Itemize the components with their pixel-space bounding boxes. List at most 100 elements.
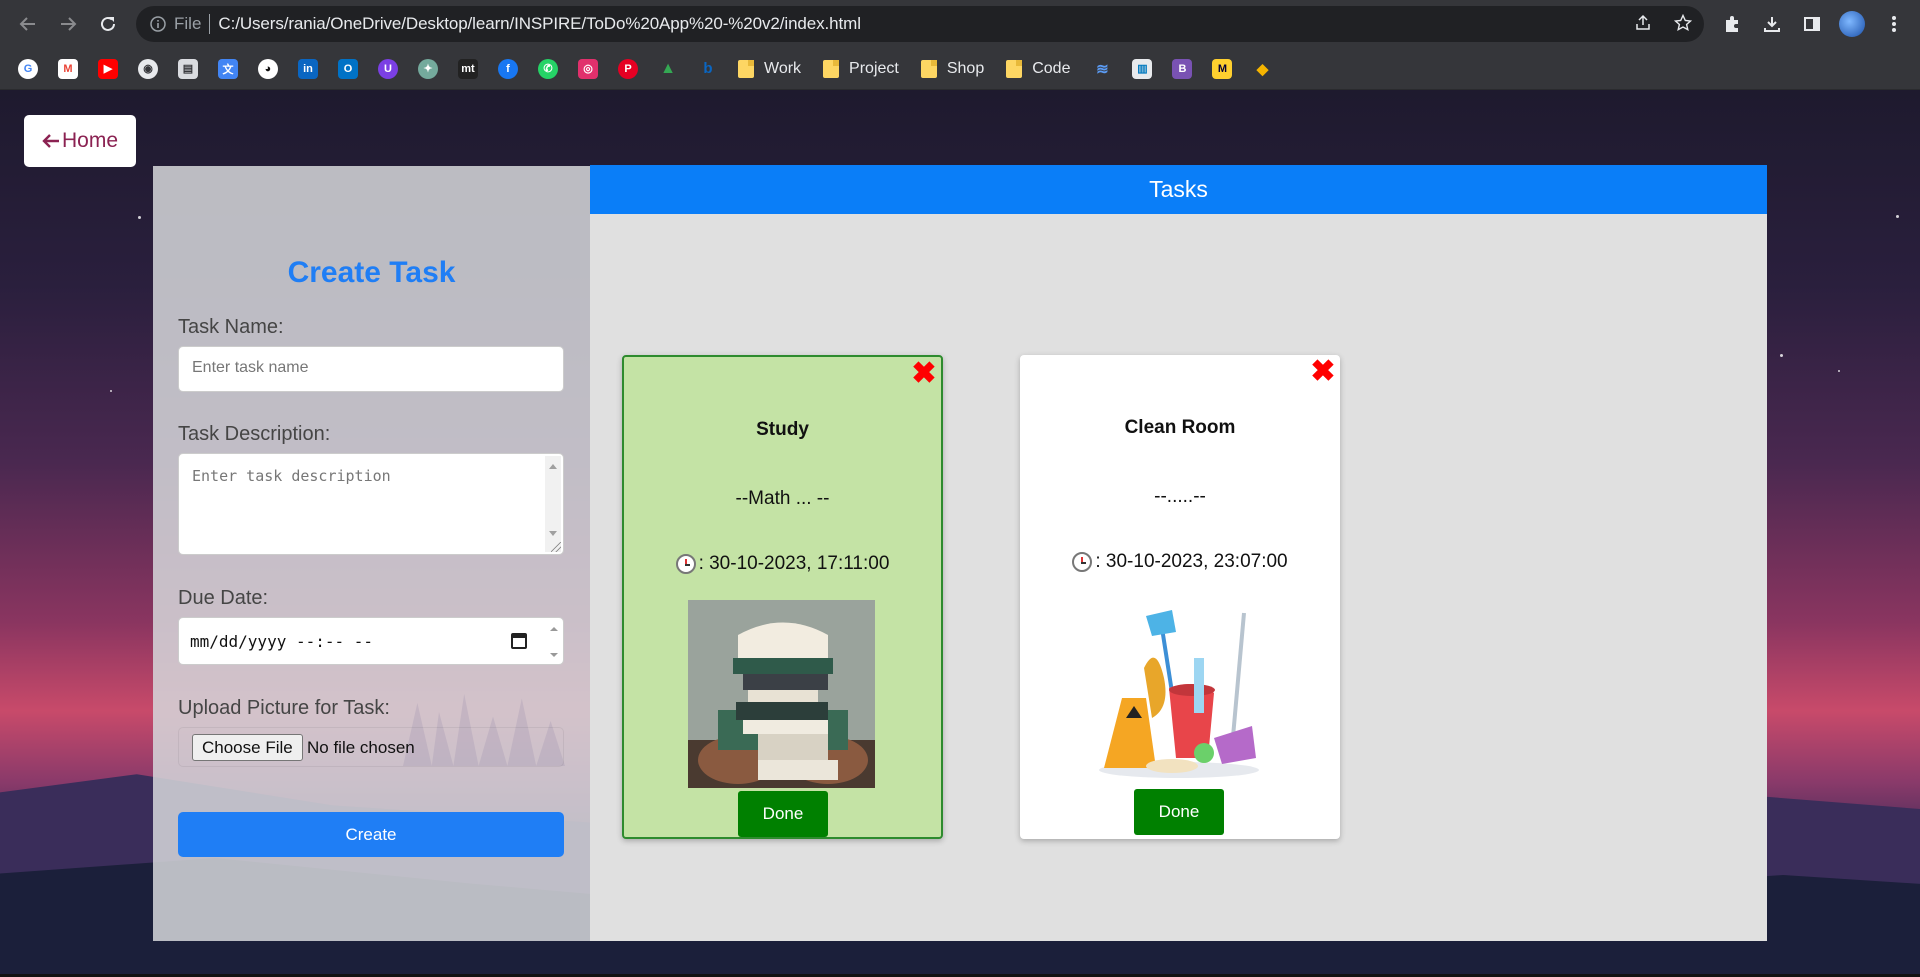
- address-bar[interactable]: File C:/Users/rania/OneDrive/Desktop/lea…: [136, 6, 1704, 42]
- u-bookmark-icon[interactable]: U: [378, 58, 398, 79]
- create-button[interactable]: Create: [178, 812, 564, 857]
- task-date-text: : 30-10-2023, 23:07:00: [1095, 551, 1288, 572]
- side-panel-button[interactable]: [1798, 10, 1826, 38]
- form-title: Create Task: [287, 256, 456, 289]
- home-label: Home: [61, 129, 119, 152]
- facebook-bookmark-icon[interactable]: f: [498, 58, 518, 79]
- google-bookmark-icon[interactable]: G: [18, 58, 38, 79]
- clock-icon: [1072, 552, 1093, 572]
- outlook-bookmark-icon[interactable]: O: [338, 58, 358, 79]
- github-bookmark-icon[interactable]: ◕: [258, 58, 278, 79]
- textarea-scrollbar[interactable]: [545, 456, 561, 552]
- folder-label: Work: [764, 59, 802, 77]
- puzzle-icon: [1726, 16, 1738, 32]
- create-task-panel: Create Task Task Name: Enter task name T…: [153, 166, 590, 941]
- delete-task-icon[interactable]: ✖: [911, 359, 937, 389]
- home-button[interactable]: Home: [24, 115, 136, 167]
- task-description: --.....--: [1154, 486, 1206, 507]
- reload-icon: [101, 16, 115, 31]
- bookmark-folder-work[interactable]: Work: [738, 59, 802, 78]
- due-date-label: Due Date:: [178, 587, 269, 609]
- downloads-button[interactable]: [1758, 10, 1786, 38]
- tasks-panel: Tasks ✖ Study --Math ... -- : 30-10-2023…: [590, 165, 1767, 941]
- arrow-left-icon: [42, 134, 59, 148]
- task-description-textarea[interactable]: Enter task description: [178, 453, 564, 555]
- url-text[interactable]: C:/Users/rania/OneDrive/Desktop/learn/IN…: [218, 14, 861, 34]
- reload-button[interactable]: [94, 10, 122, 38]
- task-description-placeholder: Enter task description: [192, 467, 391, 485]
- folder-icon: [920, 59, 937, 78]
- task-due-date: : 30-10-2023, 23:07:00: [1020, 551, 1340, 573]
- profile-avatar[interactable]: [1838, 10, 1866, 38]
- folder-icon: [1006, 59, 1023, 78]
- page-bookmark-icon[interactable]: ▤: [178, 58, 198, 79]
- bookmark-folder-shop[interactable]: Shop: [920, 59, 985, 78]
- file-scheme-label: File: [174, 14, 202, 33]
- clock-icon: [675, 554, 696, 574]
- gmail-bookmark-icon[interactable]: M: [58, 58, 78, 79]
- pinterest-bookmark-icon[interactable]: P: [618, 58, 638, 79]
- browser-toolbar: File C:/Users/rania/OneDrive/Desktop/lea…: [0, 0, 1920, 48]
- miro-bookmark-icon[interactable]: M: [1212, 58, 1233, 79]
- more-vert-icon: [1892, 16, 1896, 32]
- folder-label: Project: [849, 59, 899, 77]
- done-button[interactable]: Done: [1134, 789, 1224, 835]
- chatgpt-bookmark-icon[interactable]: ✦: [418, 58, 438, 79]
- todo-app: Create Task Task Name: Enter task name T…: [153, 165, 1767, 941]
- choose-file-button[interactable]: Choose File: [192, 734, 303, 761]
- bookmark-folder-project[interactable]: Project: [823, 59, 899, 78]
- forward-arrow-icon: [61, 17, 77, 31]
- star-icon[interactable]: [1674, 14, 1692, 32]
- delete-task-icon[interactable]: ✖: [1310, 357, 1336, 387]
- tasks-header: Tasks: [590, 165, 1767, 214]
- back-button[interactable]: [14, 10, 42, 38]
- resize-grip-icon[interactable]: [551, 542, 561, 552]
- bookmark-folder-code[interactable]: Code: [1006, 59, 1071, 78]
- task-title: Study: [756, 419, 809, 440]
- page-background: Home Create Task Task Name: Enter task n…: [0, 90, 1920, 977]
- folder-label: Shop: [946, 59, 985, 77]
- task-date-text: : 30-10-2023, 17:11:00: [698, 553, 890, 574]
- drive-bookmark-icon[interactable]: ▲: [658, 59, 678, 79]
- trello-bookmark-icon[interactable]: ▥: [1132, 58, 1153, 79]
- translate-bookmark-icon[interactable]: 文: [218, 58, 238, 79]
- spinner-icon[interactable]: [549, 623, 559, 661]
- calendar-icon[interactable]: [511, 633, 527, 649]
- extensions-button[interactable]: [1718, 10, 1746, 38]
- task-due-date: : 30-10-2023, 17:11:00: [624, 553, 941, 575]
- instagram-bookmark-icon[interactable]: ◎: [578, 58, 598, 79]
- file-status-text: No file chosen: [307, 738, 415, 757]
- menu-button[interactable]: [1880, 10, 1908, 38]
- address-divider: [209, 14, 211, 34]
- download-icon: [1764, 17, 1780, 32]
- task-card-study: ✖ Study --Math ... -- : 30-10-2023, 17:1…: [622, 355, 943, 839]
- task-title: Clean Room: [1124, 417, 1236, 438]
- side-panel-icon: [1804, 17, 1820, 31]
- globe-bookmark-icon[interactable]: ◉: [138, 58, 158, 79]
- linkedin-bookmark-icon[interactable]: in: [298, 58, 318, 79]
- bookmarks-bar: G M ▶ ◉ ▤ 文 ◕ in O U ✦ mt f ✆ ◎ P ▲ b Wo…: [0, 48, 1920, 90]
- due-date-input[interactable]: mm/dd/yyyy --:-- --: [178, 617, 564, 665]
- forward-button[interactable]: [54, 10, 82, 38]
- database-bookmark-icon[interactable]: ≋: [1092, 59, 1112, 79]
- task-name-input[interactable]: Enter task name: [178, 346, 564, 392]
- task-image-cleaning: [1084, 598, 1271, 786]
- upload-label: Upload Picture for Task:: [178, 697, 390, 719]
- share-icon[interactable]: [1634, 14, 1652, 32]
- upload-file-input[interactable]: Choose File No file chosen: [178, 727, 564, 767]
- info-icon[interactable]: [150, 16, 166, 32]
- bing-bookmark-icon[interactable]: b: [698, 59, 718, 79]
- task-description-label: Task Description:: [178, 423, 331, 445]
- mt-bookmark-icon[interactable]: mt: [458, 58, 478, 79]
- folder-label: Code: [1032, 59, 1071, 77]
- task-image-books: [688, 600, 875, 788]
- task-name-placeholder: Enter task name: [192, 359, 309, 376]
- task-name-label: Task Name:: [178, 316, 284, 338]
- bootstrap-bookmark-icon[interactable]: B: [1172, 58, 1193, 79]
- task-card-clean-room: ✖ Clean Room --.....-- : 30-10-2023, 23:…: [1020, 355, 1340, 839]
- extension-bookmark-icon[interactable]: ◆: [1252, 59, 1272, 79]
- done-button[interactable]: Done: [738, 791, 828, 837]
- youtube-bookmark-icon[interactable]: ▶: [98, 58, 118, 79]
- folder-icon: [823, 59, 840, 78]
- whatsapp-bookmark-icon[interactable]: ✆: [538, 58, 558, 79]
